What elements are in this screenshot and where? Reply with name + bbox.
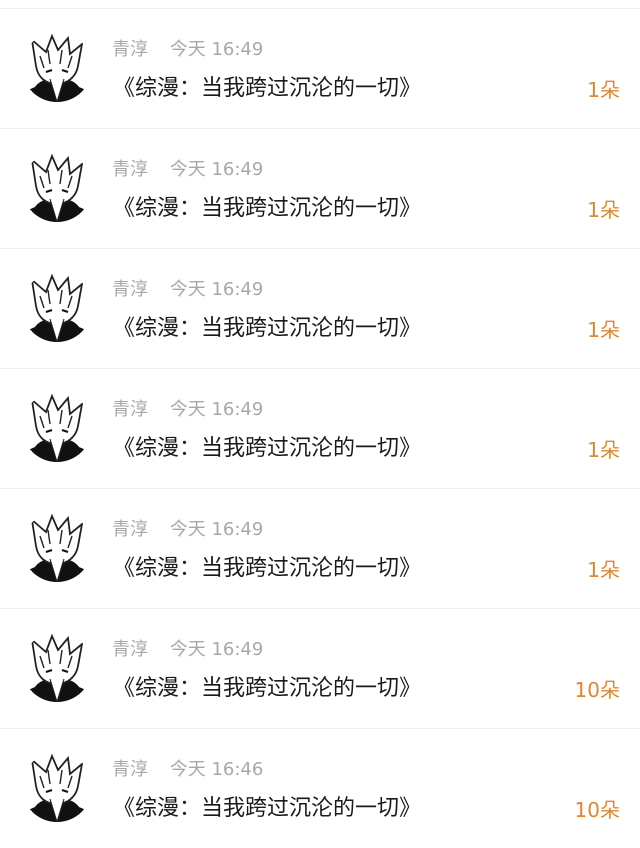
gift-list: 青淳 今天 16:49 《综漫：当我跨过沉沦的一切》 1朵 青淳 今天 16:4…	[0, 8, 640, 848]
timestamp: 今天 16:49	[169, 639, 264, 660]
list-item[interactable]: 青淳 今天 16:49 《综漫：当我跨过沉沦的一切》 1朵	[0, 488, 640, 608]
timestamp: 今天 16:49	[169, 519, 264, 540]
user-avatar[interactable]	[22, 392, 92, 462]
list-item[interactable]: 青淳 今天 16:46 《综漫：当我跨过沉沦的一切》 10朵	[0, 728, 640, 848]
gift-amount: 1朵	[587, 438, 620, 462]
user-avatar[interactable]	[22, 512, 92, 582]
book-title[interactable]: 《综漫：当我跨过沉沦的一切》	[113, 795, 421, 823]
gift-amount: 1朵	[587, 198, 620, 222]
user-avatar[interactable]	[22, 632, 92, 702]
user-avatar[interactable]	[22, 152, 92, 222]
user-name[interactable]: 青淳	[112, 759, 148, 780]
book-title[interactable]: 《综漫：当我跨过沉沦的一切》	[113, 555, 421, 583]
gift-amount: 10朵	[574, 798, 620, 822]
timestamp: 今天 16:49	[169, 279, 264, 300]
anime-avatar-icon	[22, 272, 92, 342]
book-title[interactable]: 《综漫：当我跨过沉沦的一切》	[113, 675, 421, 703]
list-item[interactable]: 青淳 今天 16:49 《综漫：当我跨过沉沦的一切》 1朵	[0, 128, 640, 248]
timestamp: 今天 16:49	[169, 399, 264, 420]
user-name[interactable]: 青淳	[112, 639, 148, 660]
user-avatar[interactable]	[22, 32, 92, 102]
user-name[interactable]: 青淳	[112, 519, 148, 540]
item-meta: 青淳 今天 16:49	[112, 279, 263, 301]
list-item[interactable]: 青淳 今天 16:49 《综漫：当我跨过沉沦的一切》 1朵	[0, 368, 640, 488]
list-item[interactable]: 青淳 今天 16:49 《综漫：当我跨过沉沦的一切》 1朵	[0, 8, 640, 128]
book-title[interactable]: 《综漫：当我跨过沉沦的一切》	[113, 435, 421, 463]
user-avatar[interactable]	[22, 272, 92, 342]
book-title[interactable]: 《综漫：当我跨过沉沦的一切》	[113, 195, 421, 223]
list-item[interactable]: 青淳 今天 16:49 《综漫：当我跨过沉沦的一切》 10朵	[0, 608, 640, 728]
user-name[interactable]: 青淳	[112, 279, 148, 300]
gift-amount: 1朵	[587, 318, 620, 342]
item-meta: 青淳 今天 16:49	[112, 519, 263, 541]
anime-avatar-icon	[22, 152, 92, 222]
item-meta: 青淳 今天 16:49	[112, 159, 263, 181]
user-name[interactable]: 青淳	[112, 159, 148, 180]
gift-amount: 1朵	[587, 558, 620, 582]
timestamp: 今天 16:49	[169, 159, 264, 180]
item-meta: 青淳 今天 16:49	[112, 39, 263, 61]
anime-avatar-icon	[22, 392, 92, 462]
timestamp: 今天 16:49	[169, 39, 264, 60]
user-name[interactable]: 青淳	[112, 39, 148, 60]
item-meta: 青淳 今天 16:49	[112, 639, 263, 661]
timestamp: 今天 16:46	[169, 759, 264, 780]
anime-avatar-icon	[22, 32, 92, 102]
book-title[interactable]: 《综漫：当我跨过沉沦的一切》	[113, 315, 421, 343]
gift-amount: 10朵	[574, 678, 620, 702]
anime-avatar-icon	[22, 512, 92, 582]
book-title[interactable]: 《综漫：当我跨过沉沦的一切》	[113, 75, 421, 103]
item-meta: 青淳 今天 16:46	[112, 759, 263, 781]
user-name[interactable]: 青淳	[112, 399, 148, 420]
list-item[interactable]: 青淳 今天 16:49 《综漫：当我跨过沉沦的一切》 1朵	[0, 248, 640, 368]
anime-avatar-icon	[22, 752, 92, 822]
gift-amount: 1朵	[587, 78, 620, 102]
item-meta: 青淳 今天 16:49	[112, 399, 263, 421]
user-avatar[interactable]	[22, 752, 92, 822]
anime-avatar-icon	[22, 632, 92, 702]
